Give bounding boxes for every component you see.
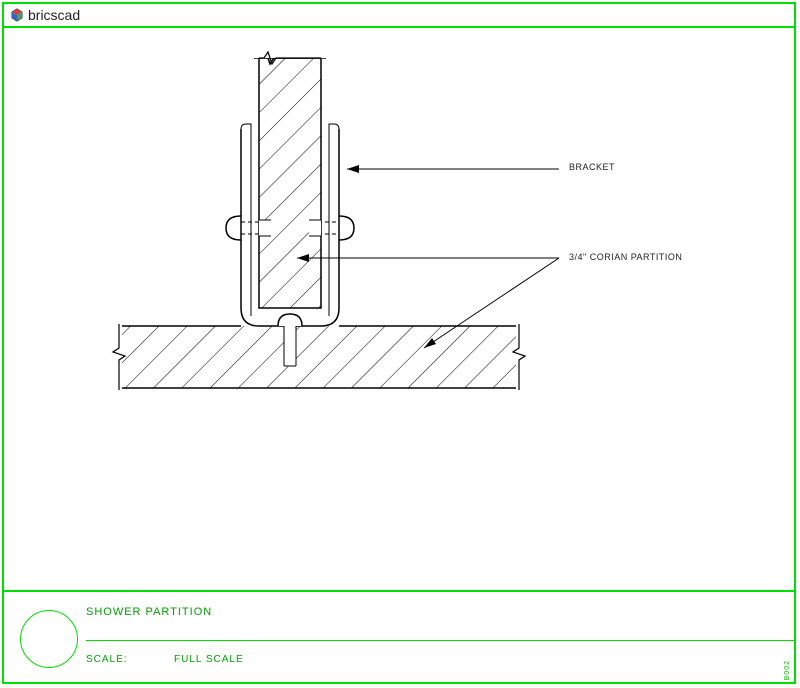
header-bar: bricscad xyxy=(4,4,794,28)
detail-circle xyxy=(20,610,78,668)
app-frame: bricscad xyxy=(2,2,796,684)
annotation-partition: 3/4" CORIAN PARTITION xyxy=(569,252,682,262)
title-block: SHOWER PARTITION SCALE: FULL SCALE B002 xyxy=(4,590,794,682)
sheet-tag: B002 xyxy=(784,660,791,680)
annotation-bracket: BRACKET xyxy=(569,162,615,172)
drawing-canvas[interactable]: BRACKET 3/4" CORIAN PARTITION xyxy=(4,28,794,596)
drawing-title: SHOWER PARTITION xyxy=(86,606,212,618)
title-underline xyxy=(86,640,796,641)
scale-value: FULL SCALE xyxy=(174,654,244,665)
bricscad-icon xyxy=(10,8,24,22)
scale-label: SCALE: xyxy=(86,654,128,665)
app-logo: bricscad xyxy=(10,7,80,23)
app-name: bricscad xyxy=(28,7,80,23)
